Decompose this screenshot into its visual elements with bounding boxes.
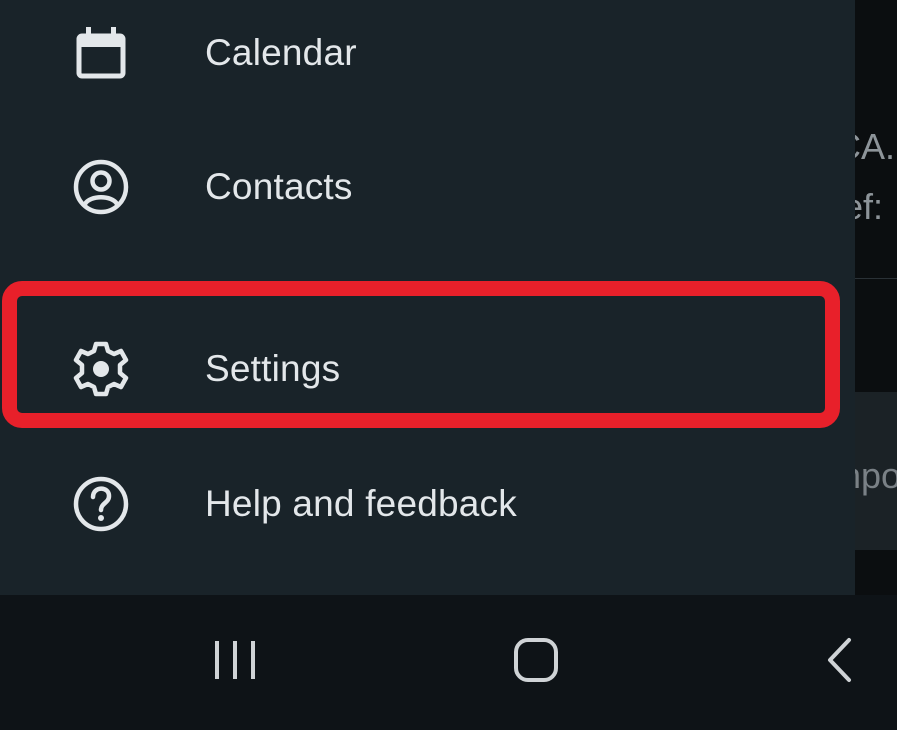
- drawer-item-label: Calendar: [205, 32, 357, 73]
- home-icon: [501, 630, 571, 690]
- background-app-content[interactable]: CA. ief: npo: [855, 0, 897, 595]
- back-icon: [806, 630, 876, 690]
- background-text-fragment: npo: [855, 455, 897, 496]
- recents-icon: [200, 630, 270, 690]
- navigation-drawer: Calendar Contacts Settings Help and feed…: [0, 0, 855, 595]
- drawer-item-label: Contacts: [205, 166, 353, 207]
- recents-button[interactable]: [200, 630, 270, 690]
- system-navigation-bar: [0, 595, 897, 730]
- background-divider: [855, 278, 897, 279]
- drawer-item-help-and-feedback[interactable]: Help and feedback: [0, 454, 855, 554]
- screen: CA. ief: npo Calendar: [0, 0, 897, 730]
- background-text-fragment: CA.: [855, 126, 896, 167]
- account-circle-icon: [72, 158, 130, 216]
- drawer-item-label: Help and feedback: [205, 483, 517, 524]
- background-text-fragment: ief:: [855, 186, 884, 227]
- gear-icon: [72, 340, 130, 398]
- help-circle-icon: [72, 475, 130, 533]
- drawer-item-calendar[interactable]: Calendar: [0, 3, 855, 103]
- back-button[interactable]: [806, 630, 876, 690]
- home-button[interactable]: [501, 630, 571, 690]
- drawer-item-contacts[interactable]: Contacts: [0, 137, 855, 237]
- drawer-item-settings[interactable]: Settings: [0, 319, 855, 419]
- calendar-icon: [72, 24, 130, 82]
- drawer-item-label: Settings: [205, 348, 341, 389]
